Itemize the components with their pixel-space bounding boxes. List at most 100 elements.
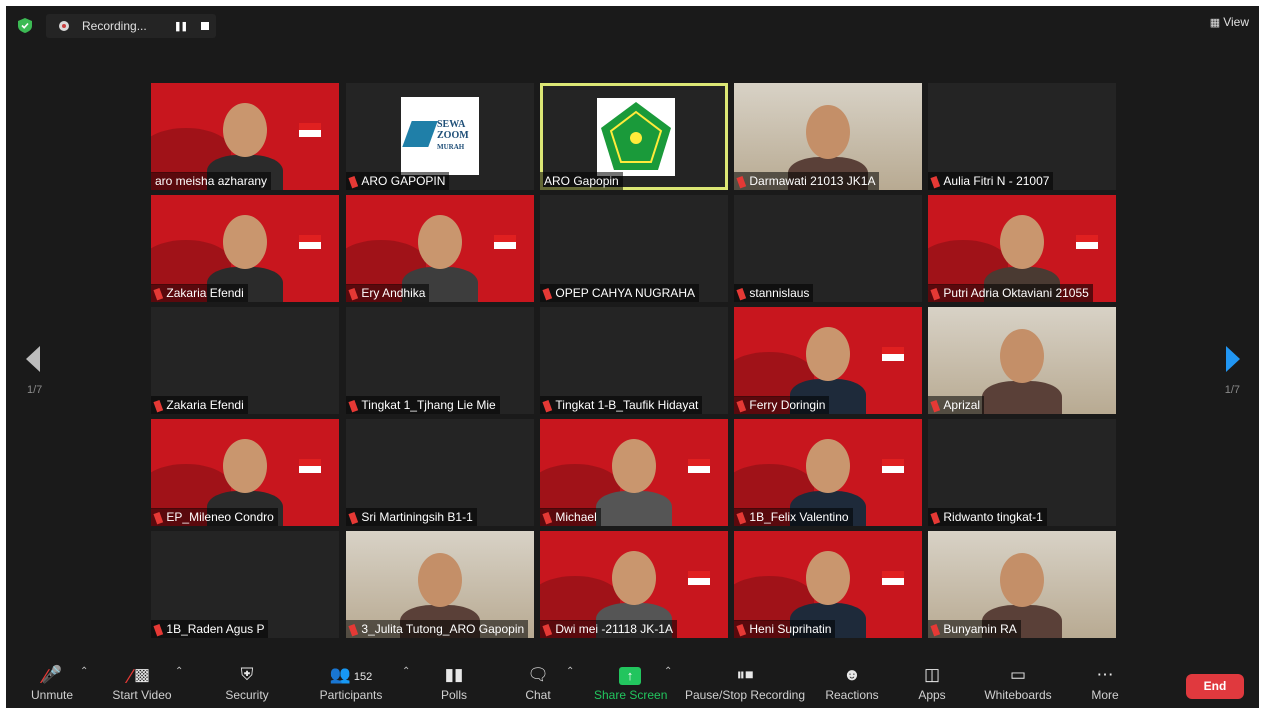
participants-label: Participants: [319, 688, 383, 702]
pause-stop-recording-button[interactable]: ⏸⏹ Pause/Stop Recording: [684, 658, 806, 708]
start-video-label: Start Video: [112, 688, 172, 702]
pause-stop-icon: ⏸⏹: [736, 665, 754, 684]
participant-name-label: █ 1B_Raden Agus P: [151, 620, 269, 638]
participant-tile[interactable]: SEWA ZOOM MURAH █ ARO GAPOPIN: [346, 83, 534, 190]
recording-label: Recording...: [82, 19, 147, 33]
participant-tile[interactable]: █ Tingkat 1_Tjhang Lie Mie: [346, 307, 534, 414]
whiteboard-icon: ▭: [1009, 665, 1027, 684]
next-page-arrow-icon[interactable]: [1226, 346, 1240, 372]
participant-tile[interactable]: █ 1B_Raden Agus P: [151, 531, 339, 638]
participant-tile[interactable]: █ EP_Mileneo Condro: [151, 419, 339, 526]
page-indicator-right: 1/7: [1224, 384, 1240, 396]
view-button[interactable]: ▦ View: [1210, 15, 1249, 29]
smiley-icon: ☻: [843, 665, 861, 684]
participant-tile[interactable]: █ Bunyamin RA: [928, 531, 1116, 638]
participant-tile[interactable]: aro meisha azharany: [151, 83, 339, 190]
participant-name: EP_Mileneo Condro: [166, 510, 274, 524]
participant-name: Putri Adria Oktaviani 21055: [943, 286, 1089, 300]
audio-options-caret-icon[interactable]: ⌃: [80, 666, 88, 677]
participant-face: [223, 439, 267, 493]
participant-tile[interactable]: █ Aulia Fitri N - 21007: [928, 83, 1116, 190]
polls-label: Polls: [440, 688, 467, 702]
participant-name: 3_Julita Tutong_ARO Gapopin: [361, 622, 525, 636]
participant-tile[interactable]: █ Ridwanto tingkat-1: [928, 419, 1116, 526]
participant-face: [1000, 329, 1044, 383]
whiteboards-button[interactable]: ▭ Whiteboards: [978, 658, 1058, 708]
unmute-button[interactable]: 🎤 ∕ Unmute ⌃: [22, 658, 88, 708]
participant-tile[interactable]: █ Tingkat 1-B_Taufik Hidayat: [540, 307, 728, 414]
muted-mic-icon: █: [542, 288, 552, 300]
reactions-button[interactable]: ☻ Reactions: [821, 658, 883, 708]
participant-name: Tingkat 1_Tjhang Lie Mie: [361, 398, 496, 412]
previous-page-arrow-icon[interactable]: [26, 346, 40, 372]
page-indicator-left: 1/7: [27, 384, 43, 396]
more-button[interactable]: ⋯ More: [1086, 658, 1124, 708]
muted-mic-icon: █: [348, 176, 358, 188]
participant-tile[interactable]: █ Sri Martiningsih B1-1: [346, 419, 534, 526]
participant-name: ARO Gapopin: [544, 174, 619, 188]
participant-tile[interactable]: █ 1B_Felix Valentino: [734, 419, 922, 526]
participant-tile[interactable]: ARO Gapopin: [540, 83, 728, 190]
ellipsis-icon: ⋯: [1096, 665, 1114, 684]
participant-tile[interactable]: █ Heni Suprihatin: [734, 531, 922, 638]
participant-face: [612, 439, 656, 493]
participant-tile[interactable]: █ Michael: [540, 419, 728, 526]
muted-mic-icon: █: [153, 400, 163, 412]
participant-tile[interactable]: █ OPEP CAHYA NUGRAHA: [540, 195, 728, 302]
participant-tile[interactable]: █ Putri Adria Oktaviani 21055: [928, 195, 1116, 302]
muted-mic-icon: █: [736, 400, 746, 412]
participant-face: [612, 551, 656, 605]
share-screen-label: Share Screen: [594, 688, 668, 702]
participant-name-label: █ Putri Adria Oktaviani 21055: [928, 284, 1093, 302]
chat-button[interactable]: 🗨 Chat ⌃: [520, 658, 574, 708]
participant-tile[interactable]: █ Darmawati 21013 JK1A: [734, 83, 922, 190]
shield-icon: ⛨: [240, 665, 254, 684]
participant-face: [806, 105, 850, 159]
pause-recording-icon[interactable]: ❚❚: [174, 21, 188, 31]
apps-button[interactable]: ◫ Apps: [914, 658, 950, 708]
participant-name-label: █ Ferry Doringin: [734, 396, 830, 414]
participants-caret-icon[interactable]: ⌃: [402, 666, 410, 677]
participant-tile[interactable]: █ Ferry Doringin: [734, 307, 922, 414]
chat-caret-icon[interactable]: ⌃: [566, 666, 574, 677]
participant-face: [418, 215, 462, 269]
muted-mic-icon: █: [930, 512, 940, 524]
participant-tile[interactable]: █ Zakaria Efendi: [151, 195, 339, 302]
participant-name: stannislaus: [749, 286, 810, 300]
unmute-label: Unmute: [30, 688, 74, 702]
logo-text-line3: MURAH: [437, 143, 465, 151]
polls-button[interactable]: ▮▮ Polls: [434, 658, 474, 708]
participant-name-label: █ Ridwanto tingkat-1: [928, 508, 1047, 526]
participant-tile[interactable]: █ Zakaria Efendi: [151, 307, 339, 414]
muted-mic-icon: █: [930, 288, 940, 300]
participant-tile[interactable]: █ Aprizal: [928, 307, 1116, 414]
stop-recording-icon[interactable]: [201, 22, 209, 30]
participant-tile[interactable]: █ Dwi mei -21118 JK-1A: [540, 531, 728, 638]
participant-name: Zakaria Efendi: [166, 398, 244, 412]
muted-mic-icon: █: [348, 624, 358, 636]
participants-button[interactable]: 👥 152 Participants ⌃: [314, 658, 411, 708]
chat-bubble-icon: 🗨: [527, 665, 549, 684]
participant-tile[interactable]: █ stannislaus: [734, 195, 922, 302]
video-options-caret-icon[interactable]: ⌃: [175, 666, 183, 677]
logo-text-line2: ZOOM: [437, 130, 469, 141]
pause-stop-recording-label: Pause/Stop Recording: [684, 688, 806, 702]
participant-name: OPEP CAHYA NUGRAHA: [555, 286, 695, 300]
share-screen-icon: ↑: [594, 662, 666, 688]
share-options-caret-icon[interactable]: ⌃: [664, 666, 672, 677]
participant-silhouette: [596, 491, 672, 526]
participant-name-label: █ EP_Mileneo Condro: [151, 508, 278, 526]
video-off-icon: ▩ ∕: [129, 665, 151, 688]
participant-name-label: █ Darmawati 21013 JK1A: [734, 172, 880, 190]
encryption-shield-icon[interactable]: [18, 18, 32, 33]
muted-mic-icon: █: [930, 400, 940, 412]
share-screen-button[interactable]: ↑ Share Screen ⌃: [594, 658, 672, 708]
security-button[interactable]: ⛨ Security: [219, 658, 275, 708]
start-video-button[interactable]: ▩ ∕ Start Video ⌃: [105, 658, 183, 708]
end-meeting-button[interactable]: End: [1186, 674, 1244, 699]
participant-tile[interactable]: █ 3_Julita Tutong_ARO Gapopin: [346, 531, 534, 638]
zoom-meeting-window: Recording... ❚❚ ▦ View 1/7 1/7 aro meisha…: [6, 6, 1259, 708]
muted-mic-icon: █: [348, 288, 358, 300]
participant-tile[interactable]: █ Ery Andhika: [346, 195, 534, 302]
participant-name-label: █ Dwi mei -21118 JK-1A: [540, 620, 677, 638]
